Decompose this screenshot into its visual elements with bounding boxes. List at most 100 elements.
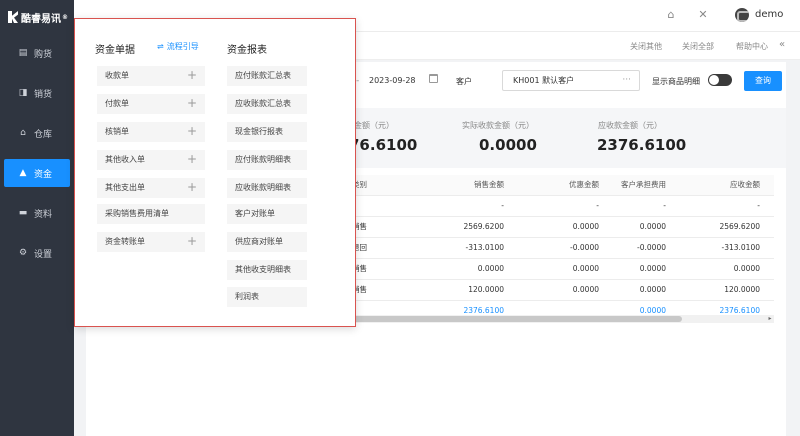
summary-label: 金额（元） — [354, 121, 394, 130]
sidebar-item-purchase[interactable]: ▤ 购货 — [0, 39, 74, 67]
menu-item-label: 客户对账单 — [235, 209, 275, 218]
table-cell: 0.0000 — [639, 264, 666, 273]
sidebar-item-label: 销货 — [34, 89, 53, 100]
summary-label: 应收款金额（元） — [598, 121, 662, 130]
menu-item-label: 利润表 — [235, 292, 259, 301]
menu-item-label: 现金银行报表 — [235, 127, 283, 136]
sidebar-item-label: 资金 — [34, 169, 53, 180]
add-icon[interactable]: + — [187, 66, 197, 85]
menu-item-label: 应收账款明细表 — [235, 183, 291, 192]
data-icon: ▬ — [18, 208, 28, 218]
brand-logo: 酷睿易讯 ® — [8, 9, 68, 25]
funds-menu-panel: 资金单据 ⇌ 流程引导 资金报表 收款单 + 付款单 + 核销单 + 其他收入单… — [74, 18, 356, 327]
table-cell: 0.0000 — [572, 285, 599, 294]
menu-item-label: 其他支出单 — [105, 183, 145, 192]
username[interactable]: demo — [755, 9, 783, 20]
warehouse-icon: ⌂ — [20, 128, 26, 138]
home-icon[interactable]: ⌂ — [664, 8, 678, 22]
report-item-supplier-statement[interactable]: 供应商对账单 — [227, 232, 307, 252]
report-item-cash-bank[interactable]: 现金银行报表 — [227, 122, 307, 142]
menu-item-label: 供应商对账单 — [235, 237, 283, 246]
brand-logo-mark — [8, 11, 18, 23]
table-cell: 0.0000 — [572, 222, 599, 231]
scroll-right-icon[interactable]: ▸ — [766, 315, 774, 323]
close-all-button[interactable]: 关闭全部 — [682, 41, 714, 52]
report-item-receivables-summary[interactable]: 应收账款汇总表 — [227, 94, 307, 114]
column-header: 应收金额 — [730, 180, 760, 189]
calendar-icon[interactable] — [429, 74, 438, 83]
table-cell: - — [596, 201, 599, 210]
add-icon[interactable]: + — [187, 122, 197, 141]
table-cell: -313.0100 — [465, 243, 505, 252]
table-cell: -0.0000 — [570, 243, 599, 252]
table-cell: - — [663, 201, 666, 210]
menu-item-purchase-sales-fees[interactable]: 采购销售费用清单 — [97, 204, 205, 224]
sidebar-item-funds[interactable]: ▲ 资金 — [4, 159, 70, 187]
date-end-field[interactable]: 2023-09-28 — [369, 76, 416, 85]
report-item-profit[interactable]: 利润表 — [227, 287, 307, 307]
customer-value: KH001 默认客户 — [513, 76, 575, 85]
funds-documents-title: 资金单据 — [95, 45, 135, 56]
menu-item-label: 收款单 — [105, 71, 129, 80]
collapse-tabs-icon[interactable]: « — [779, 39, 785, 50]
column-header: 客户承担费用 — [621, 180, 666, 189]
report-item-payables-detail[interactable]: 应付账款明细表 — [227, 150, 307, 170]
avatar[interactable] — [735, 8, 749, 22]
menu-item-payment[interactable]: 付款单 + — [97, 94, 205, 114]
sidebar-item-label: 购货 — [34, 49, 53, 60]
menu-item-label: 应收账款汇总表 — [235, 99, 291, 108]
menu-item-label: 资金转账单 — [105, 237, 145, 246]
table-cell: 0.0000 — [572, 264, 599, 273]
sidebar-item-label: 设置 — [34, 249, 53, 260]
customer-label: 客户 — [456, 77, 472, 86]
summary-label: 实际收款金额（元） — [462, 121, 534, 130]
close-others-button[interactable]: 关闭其他 — [630, 41, 662, 52]
add-icon[interactable]: + — [187, 94, 197, 113]
date-separator: - — [356, 76, 360, 86]
more-icon[interactable]: ··· — [622, 71, 631, 90]
sidebar: 酷睿易讯 ® ▤ 购货 ◨ 销货 ⌂ 仓库 ▲ 资金 ▬ 资料 ⚙ 设置 — [0, 0, 74, 436]
help-center-link[interactable]: 帮助中心 — [736, 41, 768, 52]
settings-icon: ⚙ — [18, 248, 28, 258]
sidebar-item-data[interactable]: ▬ 资料 — [0, 199, 74, 227]
table-cell: - — [757, 201, 760, 210]
sidebar-item-label: 资料 — [34, 209, 53, 220]
menu-item-label: 应付账款明细表 — [235, 155, 291, 164]
brand-reg: ® — [62, 13, 68, 21]
column-header: 销售金额 — [474, 180, 504, 189]
menu-item-receipt[interactable]: 收款单 + — [97, 66, 205, 86]
report-item-receivables-detail[interactable]: 应收账款明细表 — [227, 178, 307, 198]
customer-input[interactable]: KH001 默认客户 ··· — [502, 70, 640, 91]
menu-item-label: 应付账款汇总表 — [235, 71, 291, 80]
menu-item-writeoff[interactable]: 核销单 + — [97, 122, 205, 142]
table-cell: 0.0000 — [733, 264, 760, 273]
report-item-other-income-expense[interactable]: 其他收支明细表 — [227, 260, 307, 280]
tools-icon[interactable]: ✕ — [696, 8, 710, 22]
menu-item-other-expense[interactable]: 其他支出单 + — [97, 178, 205, 198]
report-item-customer-statement[interactable]: 客户对账单 — [227, 204, 307, 224]
query-button[interactable]: 查询 — [744, 71, 782, 91]
sidebar-item-warehouse[interactable]: ⌂ 仓库 — [0, 119, 74, 147]
summary-value: 76.6100 — [349, 136, 418, 154]
add-icon[interactable]: + — [187, 178, 197, 197]
add-icon[interactable]: + — [187, 232, 197, 251]
sidebar-item-sales[interactable]: ◨ 销货 — [0, 79, 74, 107]
table-cell: 0.0000 — [639, 222, 666, 231]
table-cell: 120.0000 — [724, 285, 760, 294]
flow-guide-link[interactable]: ⇌ 流程引导 — [157, 41, 199, 52]
menu-item-other-income[interactable]: 其他收入单 + — [97, 150, 205, 170]
menu-item-label: 采购销售费用清单 — [105, 209, 169, 218]
menu-item-label: 付款单 — [105, 99, 129, 108]
menu-item-label: 其他收支明细表 — [235, 265, 291, 274]
table-cell: 0.0000 — [477, 264, 504, 273]
sidebar-item-settings[interactable]: ⚙ 设置 — [0, 239, 74, 267]
sales-icon: ◨ — [18, 88, 28, 98]
menu-item-fund-transfer[interactable]: 资金转账单 + — [97, 232, 205, 252]
flow-guide-icon: ⇌ — [157, 42, 164, 51]
funds-icon: ▲ — [19, 168, 27, 178]
report-item-payables-summary[interactable]: 应付账款汇总表 — [227, 66, 307, 86]
show-detail-toggle[interactable] — [708, 74, 732, 86]
show-detail-label: 显示商品明细 — [652, 77, 700, 86]
table-cell: 120.0000 — [468, 285, 504, 294]
add-icon[interactable]: + — [187, 150, 197, 169]
